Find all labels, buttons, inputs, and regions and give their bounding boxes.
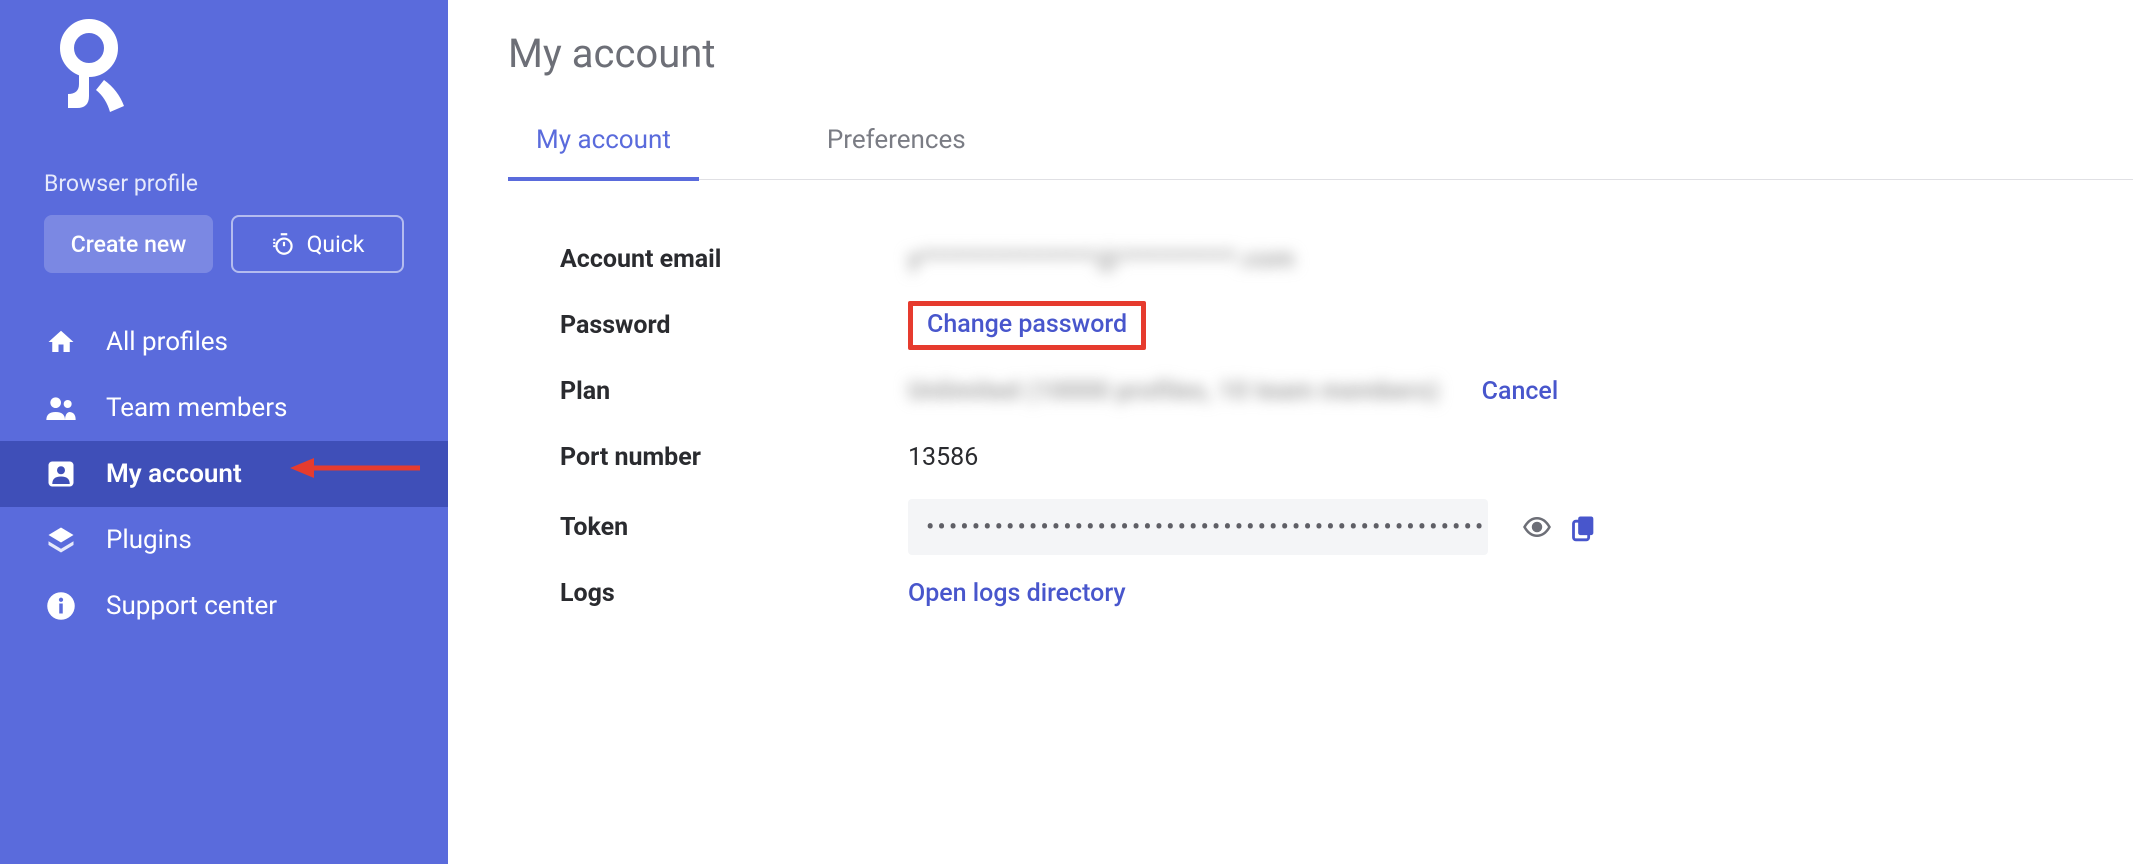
tab-label: Preferences (827, 125, 966, 155)
sidebar-button-row: Create new Quick (0, 215, 448, 273)
password-label: Password (560, 311, 908, 340)
sidebar-item-support-center[interactable]: Support center (0, 573, 448, 639)
port-label: Port number (560, 443, 908, 472)
plan-value: Unlimited (10000 profiles, 10 team membe… (908, 377, 1440, 406)
stopwatch-icon (271, 231, 297, 257)
quick-button[interactable]: Quick (231, 215, 404, 273)
people-icon (44, 393, 78, 423)
row-logs: Logs Open logs directory (560, 560, 2133, 626)
plan-label: Plan (560, 377, 908, 406)
open-logs-link[interactable]: Open logs directory (908, 579, 1126, 608)
sidebar-item-team-members[interactable]: Team members (0, 375, 448, 441)
change-password-link[interactable]: Change password (927, 310, 1127, 339)
account-fields: Account email y***************@*********… (508, 180, 2133, 626)
row-token: Token ••••••••••••••••••••••••••••••••••… (560, 494, 2133, 560)
sidebar-item-label: Team members (106, 393, 287, 423)
tabs: My account Preferences (508, 115, 2133, 180)
home-icon (44, 327, 78, 357)
sidebar-item-label: My account (106, 459, 242, 489)
tab-my-account[interactable]: My account (508, 115, 699, 181)
info-icon (44, 591, 78, 621)
page-title: My account (508, 30, 2133, 77)
quick-button-label: Quick (307, 231, 365, 258)
sidebar-item-plugins[interactable]: Plugins (0, 507, 448, 573)
sidebar-section-label: Browser profile (0, 170, 448, 197)
eye-icon[interactable] (1522, 512, 1552, 542)
token-label: Token (560, 513, 908, 542)
tab-preferences[interactable]: Preferences (799, 115, 994, 181)
sidebar-item-label: Plugins (106, 525, 192, 555)
token-mask: ••••••••••••••••••••••••••••••••••••••••… (926, 513, 1488, 542)
main-content: My account My account Preferences Accoun… (448, 0, 2133, 864)
cancel-plan-link[interactable]: Cancel (1482, 377, 1559, 406)
sidebar: Browser profile Create new Quick All pro… (0, 0, 448, 864)
row-account-email: Account email y***************@*********… (560, 226, 2133, 292)
token-field[interactable]: ••••••••••••••••••••••••••••••••••••••••… (908, 499, 1488, 555)
sidebar-nav: All profiles Team members My account (0, 309, 448, 639)
account-box-icon (44, 459, 78, 489)
account-email-label: Account email (560, 245, 908, 274)
change-password-highlight: Change password (908, 301, 1146, 350)
copy-icon[interactable] (1570, 512, 1598, 542)
brand-logo (0, 18, 448, 114)
row-port-number: Port number 13586 (560, 424, 2133, 490)
create-new-button[interactable]: Create new (44, 215, 213, 273)
sidebar-item-label: Support center (106, 591, 277, 621)
create-new-label: Create new (71, 231, 187, 258)
logs-label: Logs (560, 579, 908, 608)
layers-icon (44, 525, 78, 555)
row-password: Password Change password (560, 292, 2133, 358)
port-value: 13586 (908, 443, 978, 472)
token-actions (1522, 512, 1598, 542)
sidebar-item-my-account[interactable]: My account (0, 441, 448, 507)
sidebar-item-all-profiles[interactable]: All profiles (0, 309, 448, 375)
sidebar-item-label: All profiles (106, 327, 228, 357)
row-plan: Plan Unlimited (10000 profiles, 10 team … (560, 358, 2133, 424)
account-email-value: y***************@**********.com (908, 245, 1295, 274)
tab-label: My account (536, 125, 671, 155)
